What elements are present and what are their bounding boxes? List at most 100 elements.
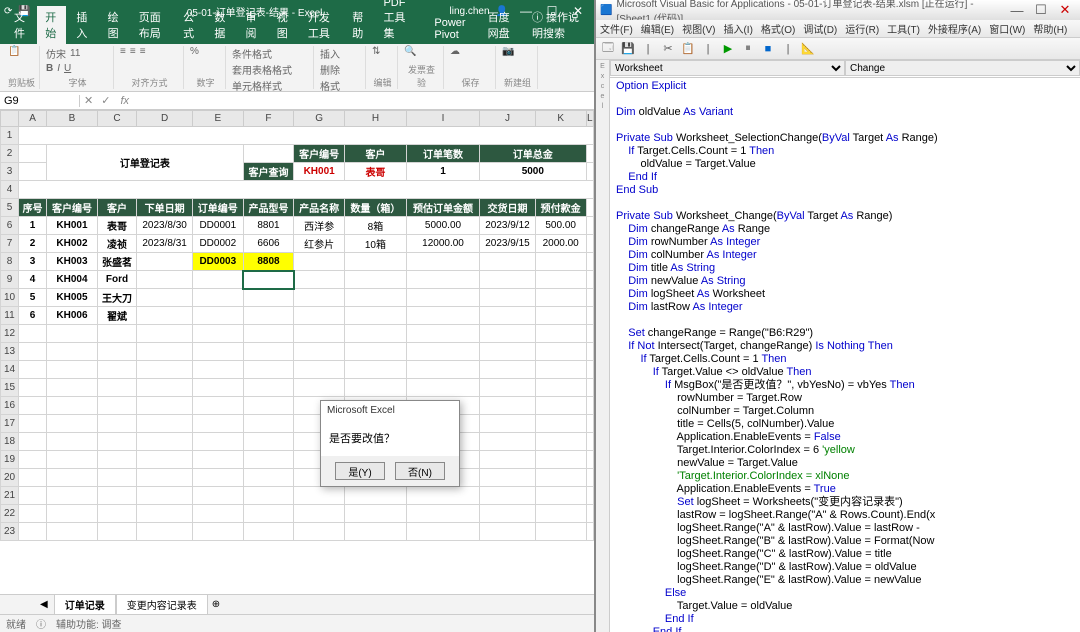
cell[interactable]	[586, 469, 593, 487]
ribbon-tab[interactable]: 视图	[269, 6, 298, 44]
cell[interactable]	[19, 433, 47, 451]
cell[interactable]	[47, 505, 98, 523]
cell[interactable]: 西洋参	[294, 217, 345, 235]
cell[interactable]	[535, 379, 586, 397]
cell[interactable]	[344, 505, 406, 523]
ribbon-tab[interactable]: 绘图	[100, 6, 129, 44]
cell[interactable]	[243, 343, 294, 361]
cell[interactable]: 红参片	[294, 235, 345, 253]
ribbon-tab[interactable]: 帮助	[344, 6, 373, 44]
cell[interactable]	[406, 289, 479, 307]
tell-me[interactable]: ⓘ 操作说明搜索	[524, 6, 588, 44]
cell[interactable]: 8箱	[344, 217, 406, 235]
cell[interactable]	[192, 433, 243, 451]
sheet-tab[interactable]: 订单记录	[54, 594, 116, 616]
cell[interactable]	[344, 361, 406, 379]
cell[interactable]	[535, 289, 586, 307]
cell[interactable]: 2023/9/15	[480, 235, 536, 253]
cell[interactable]	[406, 307, 479, 325]
cell[interactable]	[243, 361, 294, 379]
cut-icon[interactable]: ✂	[660, 41, 676, 57]
cell[interactable]	[480, 379, 536, 397]
ribbon-newgroup[interactable]: 📷 新建组	[498, 46, 538, 89]
cell[interactable]	[535, 397, 586, 415]
cell[interactable]: KH006	[47, 307, 98, 325]
cell[interactable]	[406, 379, 479, 397]
ribbon-invoice[interactable]: 🔍 发票查验	[400, 46, 444, 89]
cell[interactable]	[47, 469, 98, 487]
cell[interactable]	[294, 325, 345, 343]
cell[interactable]: 翟斌	[97, 307, 136, 325]
italic-icon[interactable]: I	[57, 63, 60, 74]
name-box[interactable]: G9	[0, 95, 80, 107]
cell[interactable]	[480, 343, 536, 361]
cell[interactable]	[137, 451, 193, 469]
cell[interactable]	[137, 523, 193, 541]
cell[interactable]	[137, 469, 193, 487]
cell[interactable]	[137, 415, 193, 433]
cell[interactable]: 3	[19, 253, 47, 271]
cell[interactable]	[406, 361, 479, 379]
cell[interactable]: 2	[19, 235, 47, 253]
cell[interactable]	[535, 343, 586, 361]
cell[interactable]	[47, 361, 98, 379]
ribbon-tab[interactable]: 插入	[68, 6, 97, 44]
object-dropdown[interactable]: Worksheet	[610, 60, 845, 76]
ribbon-cells[interactable]: 插入 删除 格式 单元格	[316, 46, 366, 89]
cell[interactable]	[406, 325, 479, 343]
cell[interactable]	[535, 253, 586, 271]
accessibility-icon[interactable]: ⓘ	[36, 616, 46, 631]
cell[interactable]	[243, 433, 294, 451]
ribbon-tab[interactable]: 页面布局	[131, 6, 173, 44]
cell[interactable]	[97, 505, 136, 523]
ribbon-tab[interactable]: 开发工具	[300, 6, 342, 44]
cell[interactable]	[192, 325, 243, 343]
cell[interactable]	[137, 379, 193, 397]
cell[interactable]	[243, 451, 294, 469]
align-left-icon[interactable]: ≡	[120, 46, 126, 57]
cell[interactable]	[480, 253, 536, 271]
cell[interactable]: 10箱	[344, 235, 406, 253]
menu-item[interactable]: 文件(F)	[600, 21, 633, 36]
cell[interactable]	[243, 487, 294, 505]
cell[interactable]	[586, 361, 593, 379]
cell[interactable]	[535, 325, 586, 343]
cell[interactable]	[137, 397, 193, 415]
menu-item[interactable]: 帮助(H)	[1033, 21, 1067, 36]
underline-icon[interactable]: U	[64, 63, 71, 74]
cell[interactable]	[192, 379, 243, 397]
cell[interactable]	[137, 307, 193, 325]
reset-icon[interactable]: ■	[760, 41, 776, 57]
cell[interactable]	[47, 433, 98, 451]
cell[interactable]	[192, 271, 243, 289]
cell[interactable]	[19, 361, 47, 379]
cell[interactable]: DD0003	[192, 253, 243, 271]
cell[interactable]	[535, 469, 586, 487]
cell[interactable]: 12000.00	[406, 235, 479, 253]
menu-item[interactable]: 窗口(W)	[989, 21, 1025, 36]
cell[interactable]: 王大刀	[97, 289, 136, 307]
ribbon-tab[interactable]: 百度网盘	[480, 6, 522, 44]
cell[interactable]: 6606	[243, 235, 294, 253]
cell[interactable]	[97, 487, 136, 505]
cell[interactable]: DD0001	[192, 217, 243, 235]
cell[interactable]	[243, 469, 294, 487]
minimize-icon[interactable]: —	[1006, 1, 1028, 19]
cell[interactable]	[480, 451, 536, 469]
cell[interactable]	[535, 415, 586, 433]
cell[interactable]: 2023/8/31	[137, 235, 193, 253]
cell[interactable]	[535, 523, 586, 541]
menu-item[interactable]: 编辑(E)	[641, 21, 674, 36]
cell[interactable]	[137, 253, 193, 271]
code-editor[interactable]: Option Explicit Dim oldValue As Variant …	[610, 78, 1080, 632]
cell[interactable]	[192, 487, 243, 505]
ribbon-clipboard[interactable]: 📋 剪贴板	[4, 46, 40, 89]
cell[interactable]	[294, 505, 345, 523]
run-icon[interactable]: ▶	[720, 41, 736, 57]
cell[interactable]: 表哥	[97, 217, 136, 235]
cell[interactable]: KH005	[47, 289, 98, 307]
cell[interactable]	[294, 307, 345, 325]
ribbon-font[interactable]: 仿宋 11 BIU 字体	[42, 46, 114, 89]
cell[interactable]	[344, 289, 406, 307]
cell[interactable]	[586, 487, 593, 505]
